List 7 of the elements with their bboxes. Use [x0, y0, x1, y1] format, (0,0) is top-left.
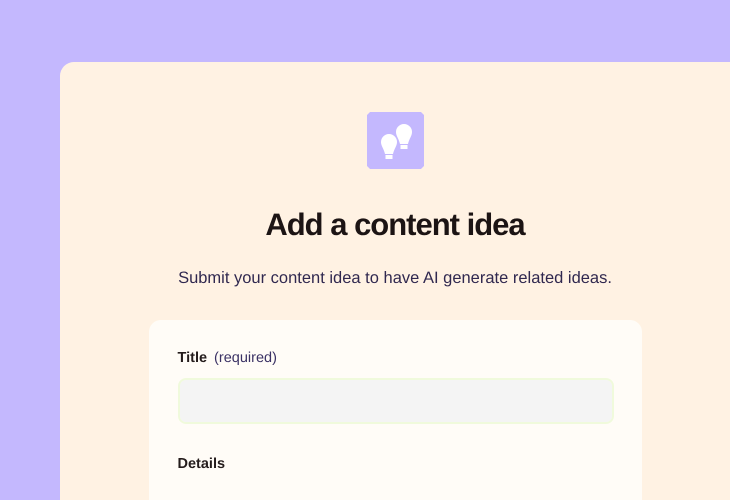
- light-bulbs-icon: [366, 112, 424, 169]
- subtitle-text: Submit your content idea to have AI generate related ideas.: [178, 269, 612, 288]
- title-input-field[interactable]: [178, 378, 614, 424]
- page-heading: Add a content idea: [265, 207, 525, 243]
- field-label: Title: [178, 350, 208, 366]
- required-note: (required): [214, 350, 277, 366]
- field-label: Details: [178, 456, 226, 472]
